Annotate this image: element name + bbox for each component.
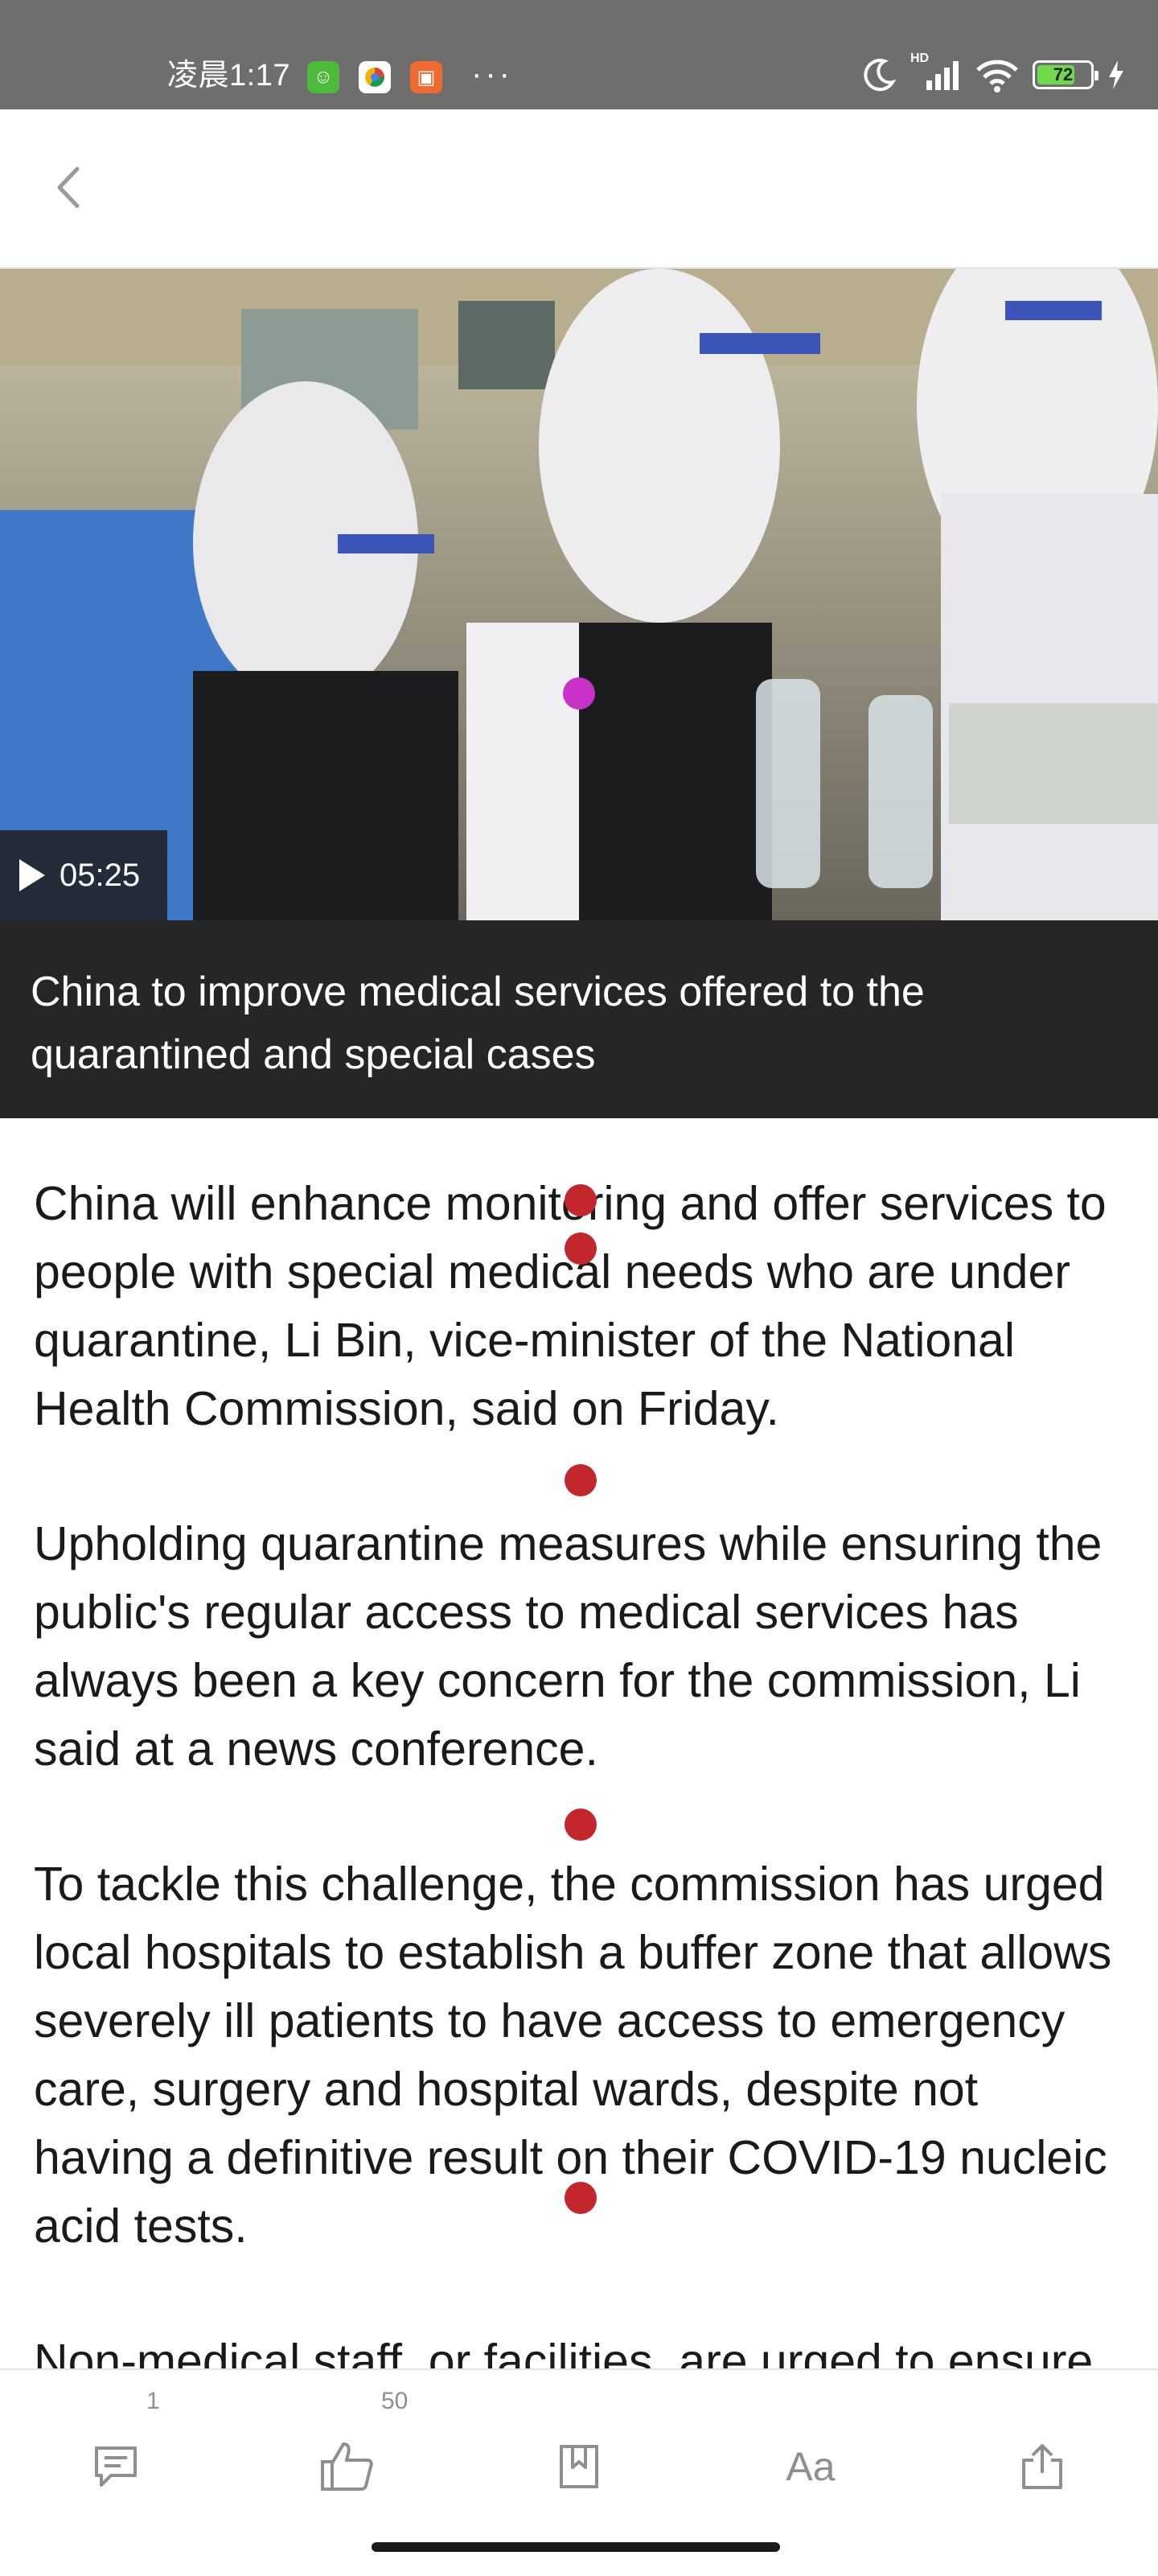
home-indicator[interactable]: [372, 2542, 780, 2552]
chevron-left-icon: [57, 167, 80, 208]
touch-marker: [565, 1809, 597, 1841]
play-icon: [19, 859, 45, 891]
article-paragraph: Upholding quarantine measures while ensu…: [34, 1517, 1103, 1776]
battery-icon: 72: [1033, 60, 1098, 89]
comment-button[interactable]: [84, 2434, 148, 2499]
thumbs-up-icon: [321, 2442, 373, 2491]
charging-bolt-icon: [1109, 60, 1123, 89]
status-time: 凌晨1:17: [167, 59, 290, 93]
share-button[interactable]: [1010, 2434, 1074, 2499]
touch-marker: [565, 1232, 597, 1265]
touch-marker: [565, 1464, 597, 1496]
video-thumbnail[interactable]: [0, 269, 1158, 920]
touch-marker: [565, 2182, 597, 2214]
shop-app-icon: ▣: [410, 61, 442, 93]
wifi-icon: [976, 60, 1018, 93]
video-duration: 05:25: [60, 857, 141, 893]
bookmark-button[interactable]: [547, 2434, 611, 2499]
font-size-button[interactable]: Aa: [778, 2434, 843, 2499]
likes-count: 50: [381, 2388, 409, 2414]
medical-staff-photo: [0, 269, 1158, 920]
more-notifications-icon: ···: [471, 56, 513, 92]
touch-marker: [563, 677, 595, 710]
like-button[interactable]: [315, 2434, 380, 2499]
battery-cap: [1094, 71, 1098, 80]
back-button[interactable]: [45, 159, 93, 216]
font-size-icon: Aa: [786, 2444, 836, 2489]
top-navigation-bar: [0, 109, 1158, 270]
video-caption[interactable]: China to improve medical services offere…: [0, 920, 1158, 1118]
bookmark-icon: [560, 2445, 598, 2488]
browser-app-icon: [359, 61, 391, 93]
comment-icon: [95, 2446, 137, 2487]
comments-count: 1: [146, 2388, 160, 2414]
status-bar: 凌晨1:17 ☺ ▣ ··· HD 72: [0, 0, 1158, 109]
share-icon: [1022, 2444, 1062, 2489]
signal-icon: HD: [910, 51, 962, 93]
status-indicators: HD 72: [860, 51, 1126, 93]
network-type-label: HD: [910, 51, 930, 65]
battery-percentage: 72: [1053, 64, 1074, 84]
moon-icon: [864, 59, 897, 92]
wechat-app-icon: ☺: [307, 61, 339, 93]
video-duration-badge: 05:25: [0, 830, 167, 920]
video-title: China to improve medical services offere…: [31, 969, 925, 1078]
touch-marker: [565, 1184, 597, 1216]
